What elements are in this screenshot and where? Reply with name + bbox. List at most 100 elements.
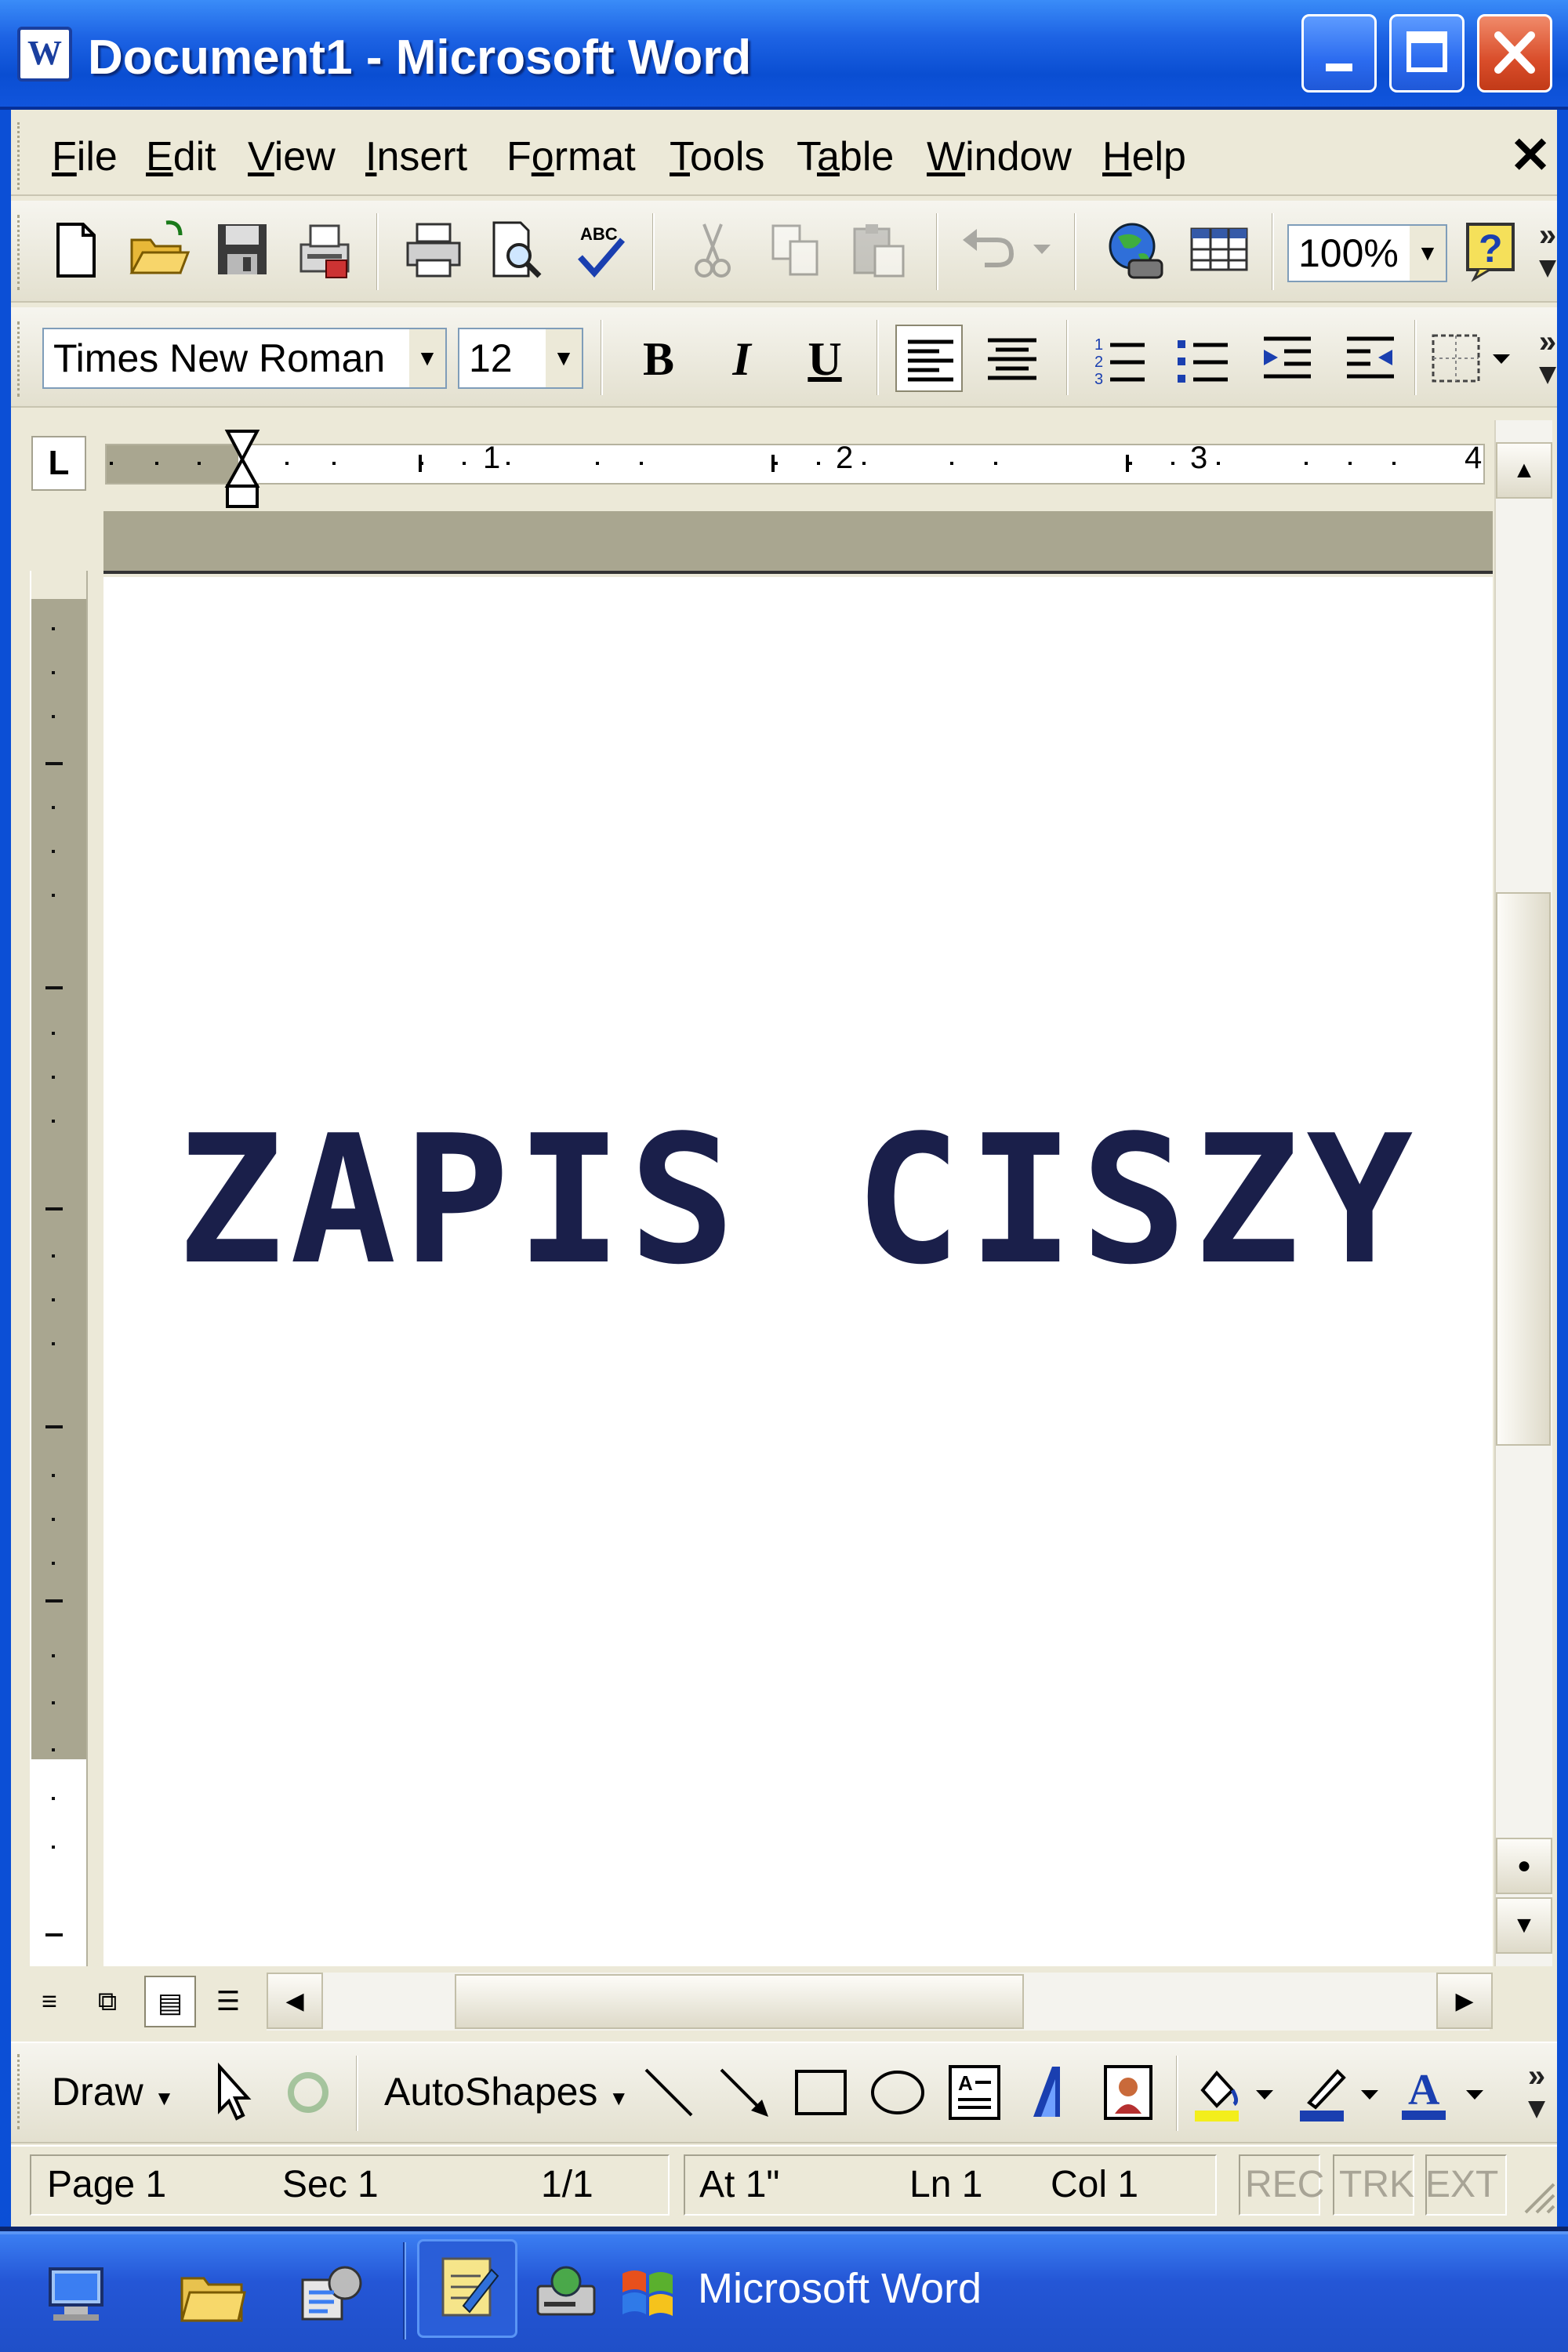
oval-button[interactable]: [864, 2059, 931, 2126]
indent-marker-icon[interactable]: [223, 428, 262, 510]
menu-file[interactable]: File: [52, 135, 118, 179]
spelling-button[interactable]: ABC: [566, 216, 633, 284]
menu-table-label: Table: [797, 134, 895, 180]
open-button[interactable]: [125, 216, 193, 284]
line-button[interactable]: [635, 2059, 702, 2126]
menu-edit[interactable]: Edit: [146, 135, 216, 179]
normal-view-button[interactable]: ≡: [24, 1976, 75, 2027]
draw-menu-button[interactable]: Draw ▼: [52, 2067, 174, 2117]
control-panel-icon[interactable]: [296, 2258, 368, 2330]
font-size-value: 12: [469, 336, 513, 380]
toolbar-options-icon[interactable]: » ▾: [1532, 326, 1563, 389]
line-color-dropdown-arrow[interactable]: [1358, 2082, 1381, 2106]
menu-view[interactable]: View: [248, 135, 336, 179]
bullets-button[interactable]: [1170, 325, 1237, 392]
new-document-button[interactable]: [42, 216, 110, 284]
document-text[interactable]: ZAPIS CISZY: [103, 1107, 1493, 1295]
document-close-button[interactable]: ✕: [1505, 129, 1555, 182]
toolbar-options-icon[interactable]: » ▾: [1521, 2060, 1552, 2123]
menu-file-label: File: [52, 134, 118, 180]
notepad-task-button[interactable]: [417, 2239, 517, 2338]
align-center-button[interactable]: [978, 325, 1046, 392]
minimize-button[interactable]: [1301, 14, 1377, 93]
font-color-button[interactable]: A: [1392, 2059, 1460, 2126]
close-icon: [1494, 31, 1535, 74]
insert-table-icon: [1190, 227, 1248, 271]
fill-color-button[interactable]: [1185, 2059, 1253, 2126]
font-size-combo[interactable]: 12 ▼: [458, 328, 583, 389]
underline-button[interactable]: U: [793, 328, 856, 390]
scroll-left-button[interactable]: ◀: [267, 1973, 323, 2029]
toolbar-grip[interactable]: [17, 215, 24, 290]
align-left-button[interactable]: [895, 325, 963, 392]
menu-table[interactable]: Table: [797, 135, 894, 179]
align-left-icon: [908, 339, 953, 382]
decrease-indent-button[interactable]: [1253, 325, 1320, 392]
show-desktop-icon[interactable]: [42, 2258, 114, 2330]
wordart-button[interactable]: [1018, 2059, 1085, 2126]
save-button[interactable]: [209, 216, 276, 284]
chevron-down-icon[interactable]: ▼: [1410, 226, 1446, 281]
paste-button[interactable]: [845, 216, 913, 284]
menu-tools[interactable]: Tools: [670, 135, 764, 179]
arrow-button[interactable]: [710, 2059, 778, 2126]
text-box-button[interactable]: A: [941, 2059, 1008, 2126]
undo-dropdown-arrow[interactable]: [1030, 237, 1054, 260]
toolbar-options-icon[interactable]: » ▾: [1532, 220, 1563, 282]
windows-logo-icon[interactable]: [612, 2258, 684, 2330]
toolbar-separator: [1066, 320, 1069, 395]
select-browse-object-button[interactable]: ●: [1496, 1838, 1552, 1894]
toolbar-grip[interactable]: [17, 321, 24, 397]
resize-grip-icon[interactable]: [1518, 2176, 1557, 2216]
word-task-label[interactable]: Microsoft Word: [698, 2263, 982, 2314]
scroll-up-button[interactable]: ▲: [1496, 442, 1552, 499]
chevron-down-icon[interactable]: ▼: [546, 329, 582, 387]
select-objects-button[interactable]: [199, 2059, 267, 2126]
borders-dropdown-arrow[interactable]: [1490, 347, 1513, 370]
print-button[interactable]: [400, 216, 467, 284]
rotate-button[interactable]: [274, 2059, 342, 2126]
line-color-button[interactable]: [1290, 2059, 1358, 2126]
undo-button[interactable]: [956, 216, 1024, 284]
increase-indent-button[interactable]: [1336, 325, 1403, 392]
tab-selector[interactable]: L: [31, 436, 86, 491]
clip-art-icon: [1104, 2065, 1152, 2120]
menu-help[interactable]: Help: [1102, 135, 1186, 179]
word-icon[interactable]: W: [17, 27, 72, 82]
close-button[interactable]: [1477, 14, 1552, 93]
print-layout-view-button[interactable]: ▤: [144, 1976, 196, 2027]
clip-art-button[interactable]: [1094, 2059, 1162, 2126]
menu-insert[interactable]: Insert: [365, 135, 467, 179]
numbering-button[interactable]: 123: [1087, 325, 1154, 392]
cut-button[interactable]: [679, 216, 746, 284]
fill-color-dropdown-arrow[interactable]: [1253, 2082, 1276, 2106]
scroll-right-button[interactable]: ▶: [1436, 1973, 1493, 2029]
folder-icon[interactable]: [176, 2258, 248, 2330]
menu-format[interactable]: Format: [506, 135, 636, 179]
menu-window[interactable]: Window: [927, 135, 1072, 179]
next-page-button[interactable]: ▼: [1496, 1897, 1552, 1954]
outline-view-button[interactable]: ☰: [202, 1976, 254, 2027]
web-toolbar-button[interactable]: [1101, 216, 1168, 284]
menubar-grip[interactable]: [17, 122, 24, 190]
hardware-icon[interactable]: [530, 2258, 602, 2330]
permission-button[interactable]: [292, 216, 359, 284]
autoshapes-menu-button[interactable]: AutoShapes ▼: [384, 2067, 629, 2117]
font-color-dropdown-arrow[interactable]: [1463, 2082, 1486, 2106]
maximize-button[interactable]: [1389, 14, 1465, 93]
toolbar-grip[interactable]: [17, 2054, 24, 2129]
copy-button[interactable]: [762, 216, 829, 284]
font-name-combo[interactable]: Times New Roman ▼: [42, 328, 447, 389]
chevron-down-icon[interactable]: ▼: [409, 329, 445, 387]
italic-button[interactable]: I: [710, 328, 773, 390]
web-layout-view-button[interactable]: ⧉: [82, 1976, 133, 2027]
horizontal-scroll-thumb[interactable]: [455, 1974, 1024, 2029]
help-button[interactable]: ?: [1458, 216, 1526, 284]
vertical-scroll-thumb[interactable]: [1496, 892, 1551, 1446]
borders-button[interactable]: [1422, 325, 1490, 392]
zoom-combo[interactable]: 100% ▼: [1287, 224, 1447, 282]
insert-table-button[interactable]: [1185, 216, 1253, 284]
rectangle-button[interactable]: [787, 2059, 855, 2126]
print-preview-button[interactable]: [483, 216, 550, 284]
bold-button[interactable]: B: [627, 328, 690, 390]
